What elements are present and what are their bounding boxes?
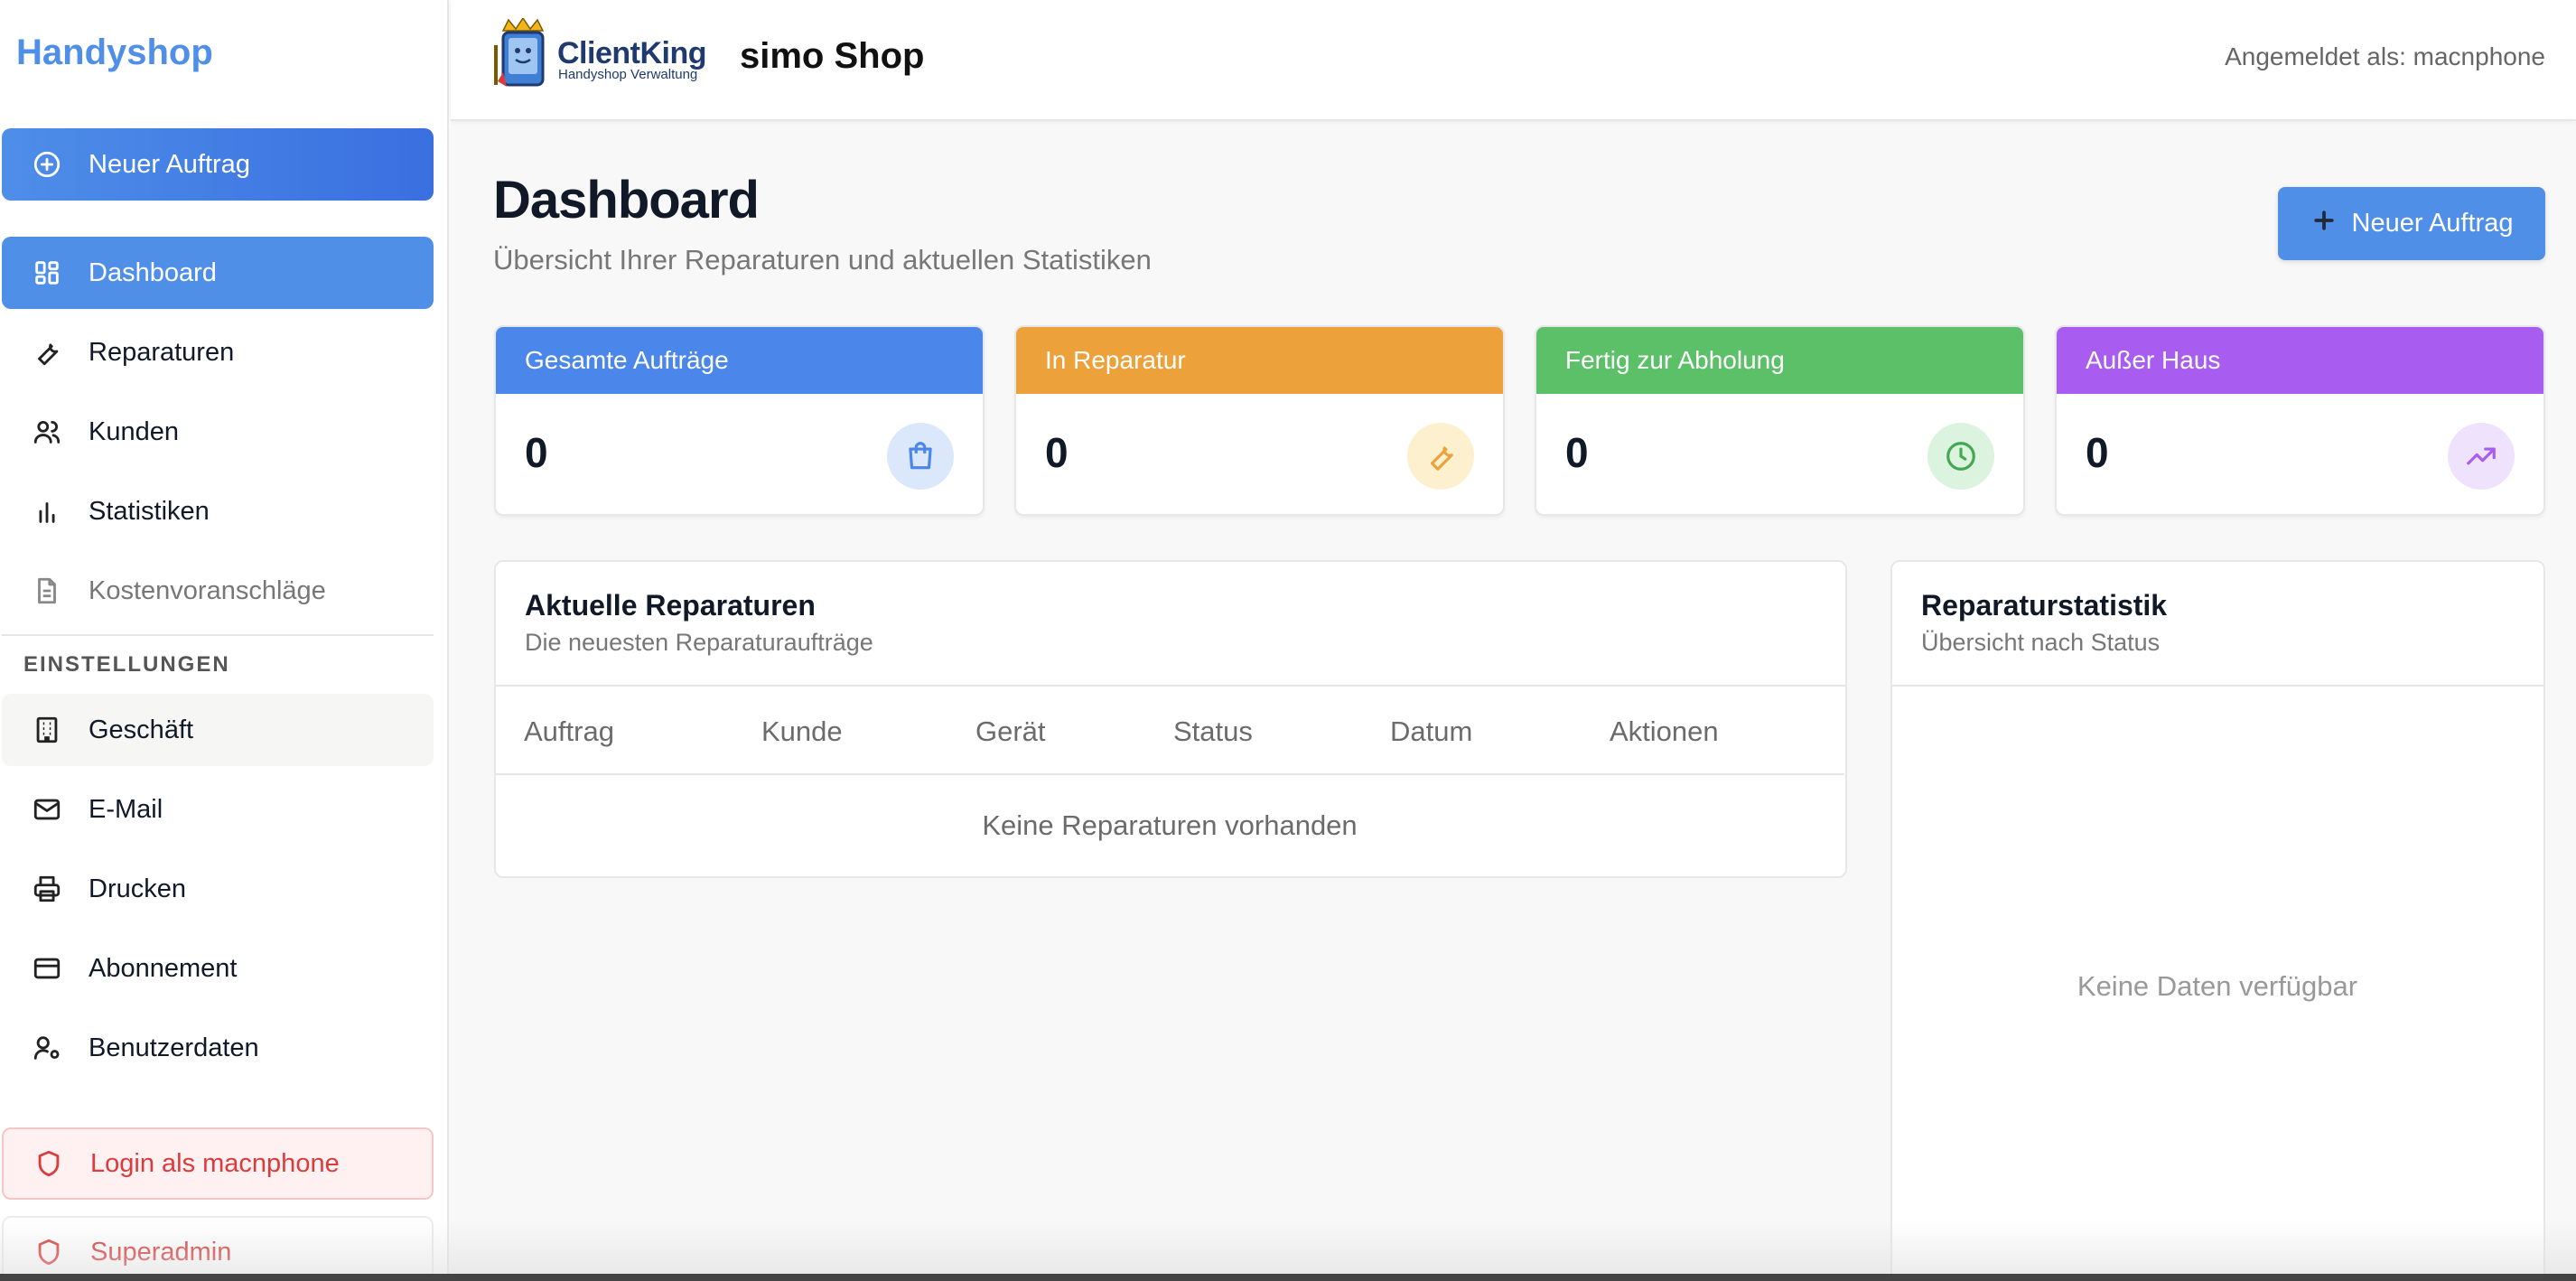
- sidebar-item-benutzerdaten[interactable]: Benutzerdaten: [2, 1012, 434, 1084]
- sidebar-item-abonnement[interactable]: Abonnement: [2, 932, 434, 1005]
- stat-card-value: 0: [1045, 429, 1069, 476]
- no-data-message: Keine Daten verfügbar: [2077, 970, 2358, 1002]
- sidebar-item-label: Abonnement: [89, 953, 238, 983]
- user-cog-icon: [2, 1033, 89, 1063]
- sidebar-item-statistiken[interactable]: Statistiken: [2, 475, 434, 547]
- repair-statistics-panel: Reparaturstatistik Übersicht nach Status: [1890, 560, 2545, 1281]
- mail-icon: [2, 794, 89, 825]
- recent-repairs-title: Aktuelle Reparaturen: [525, 589, 816, 622]
- column-header-aktionen: Aktionen: [1610, 715, 1719, 747]
- repair-statistics-title: Reparaturstatistik: [1921, 589, 2168, 622]
- page-title: Dashboard: [493, 171, 760, 229]
- new-order-sidebar-button[interactable]: Neuer Auftrag: [2, 128, 434, 201]
- new-order-sidebar-label: Neuer Auftrag: [89, 149, 250, 179]
- sidebar-item-kostenvoranschlaege[interactable]: Kostenvoranschläge: [2, 555, 434, 627]
- wrench-icon: [1407, 423, 1474, 490]
- crown-phone-icon: [494, 16, 545, 87]
- table-header-divider: [495, 773, 1844, 775]
- column-header-kunde[interactable]: Kunde: [761, 715, 843, 748]
- window-bottom-edge: [0, 1274, 2576, 1281]
- stat-card-out-of-house[interactable]: Außer Haus 0: [2055, 325, 2545, 516]
- plus-circle-icon: [2, 149, 89, 180]
- superadmin-button[interactable]: Superadmin: [2, 1216, 434, 1281]
- sidebar-item-label: Statistiken: [89, 496, 210, 526]
- stat-card-ready-pickup[interactable]: Fertig zur Abholung 0: [1535, 325, 2025, 516]
- sidebar-item-kunden[interactable]: Kunden: [2, 396, 434, 468]
- sidebar-item-label: Geschäft: [89, 715, 194, 744]
- stat-card-value: 0: [1565, 429, 1589, 476]
- document-icon: [2, 575, 89, 606]
- stat-card-in-repair[interactable]: In Reparatur 0: [1014, 325, 1505, 516]
- superadmin-label: Superadmin: [90, 1237, 232, 1267]
- repair-statistics-subtitle: Übersicht nach Status: [1921, 629, 2161, 656]
- credit-card-icon: [2, 953, 89, 984]
- logo-subtitle: Handyshop Verwaltung: [558, 67, 698, 82]
- column-header-datum[interactable]: Datum: [1390, 715, 1472, 748]
- sidebar: Handyshop Neuer Auftrag Dashboard Repara…: [0, 0, 449, 1281]
- sidebar-divider: [2, 634, 434, 636]
- brand-title: Handyshop: [16, 33, 213, 72]
- panel-divider: [1892, 685, 2543, 687]
- wrench-icon: [2, 337, 89, 368]
- printer-icon: [2, 874, 89, 904]
- bar-chart-icon: [2, 496, 89, 527]
- sidebar-item-label: Reparaturen: [89, 337, 235, 367]
- stat-card-header: In Reparatur: [1016, 327, 1503, 394]
- column-header-status[interactable]: Status: [1173, 715, 1253, 748]
- settings-section-label: EINSTELLUNGEN: [23, 652, 230, 677]
- stat-card-header: Außer Haus: [2057, 327, 2543, 394]
- users-icon: [2, 416, 89, 447]
- sidebar-item-drucken[interactable]: Drucken: [2, 853, 434, 925]
- sidebar-item-geschaeft[interactable]: Geschäft: [2, 694, 434, 766]
- sidebar-item-label: E-Mail: [89, 794, 163, 824]
- sidebar-item-email[interactable]: E-Mail: [2, 773, 434, 846]
- shop-name: simo Shop: [740, 36, 925, 76]
- clock-icon: [1927, 423, 1994, 490]
- building-icon: [2, 715, 89, 745]
- new-order-button[interactable]: Neuer Auftrag: [2278, 187, 2545, 260]
- new-order-button-label: Neuer Auftrag: [2351, 209, 2514, 238]
- column-header-auftrag[interactable]: Auftrag: [524, 715, 614, 748]
- login-as-button[interactable]: Login als macnphone: [2, 1127, 434, 1200]
- sidebar-item-label: Kostenvoranschläge: [89, 575, 326, 605]
- sidebar-item-label: Drucken: [89, 874, 186, 903]
- shield-icon: [4, 1237, 90, 1267]
- sidebar-item-label: Kunden: [89, 416, 179, 446]
- top-header: ClientKing Handyshop Verwaltung simo Sho…: [451, 0, 2576, 121]
- dashboard-icon: [2, 257, 89, 288]
- stat-card-total-orders[interactable]: Gesamte Aufträge 0: [494, 325, 985, 516]
- trending-up-icon: [2448, 423, 2515, 490]
- panel-divider: [496, 685, 1845, 687]
- stat-card-value: 0: [525, 429, 548, 476]
- sidebar-item-label: Dashboard: [89, 257, 217, 287]
- sidebar-item-label: Benutzerdaten: [89, 1033, 259, 1062]
- stat-card-header: Fertig zur Abholung: [1536, 327, 2023, 394]
- stat-card-value: 0: [2086, 429, 2109, 476]
- shield-icon: [4, 1148, 90, 1179]
- empty-table-message: Keine Reparaturen vorhanden: [982, 809, 1358, 841]
- login-as-label: Login als macnphone: [90, 1148, 340, 1178]
- page-subtitle: Übersicht Ihrer Reparaturen und aktuelle…: [493, 244, 1152, 276]
- shopping-bag-icon: [887, 423, 954, 490]
- sidebar-item-reparaturen[interactable]: Reparaturen: [2, 316, 434, 388]
- stat-card-header: Gesamte Aufträge: [496, 327, 983, 394]
- recent-repairs-subtitle: Die neuesten Reparaturaufträge: [525, 629, 873, 656]
- column-header-geraet[interactable]: Gerät: [975, 715, 1046, 748]
- sidebar-item-dashboard[interactable]: Dashboard: [2, 237, 434, 309]
- plus-icon: [2310, 207, 2338, 241]
- logged-in-user: Angemeldet als: macnphone: [2225, 42, 2545, 70]
